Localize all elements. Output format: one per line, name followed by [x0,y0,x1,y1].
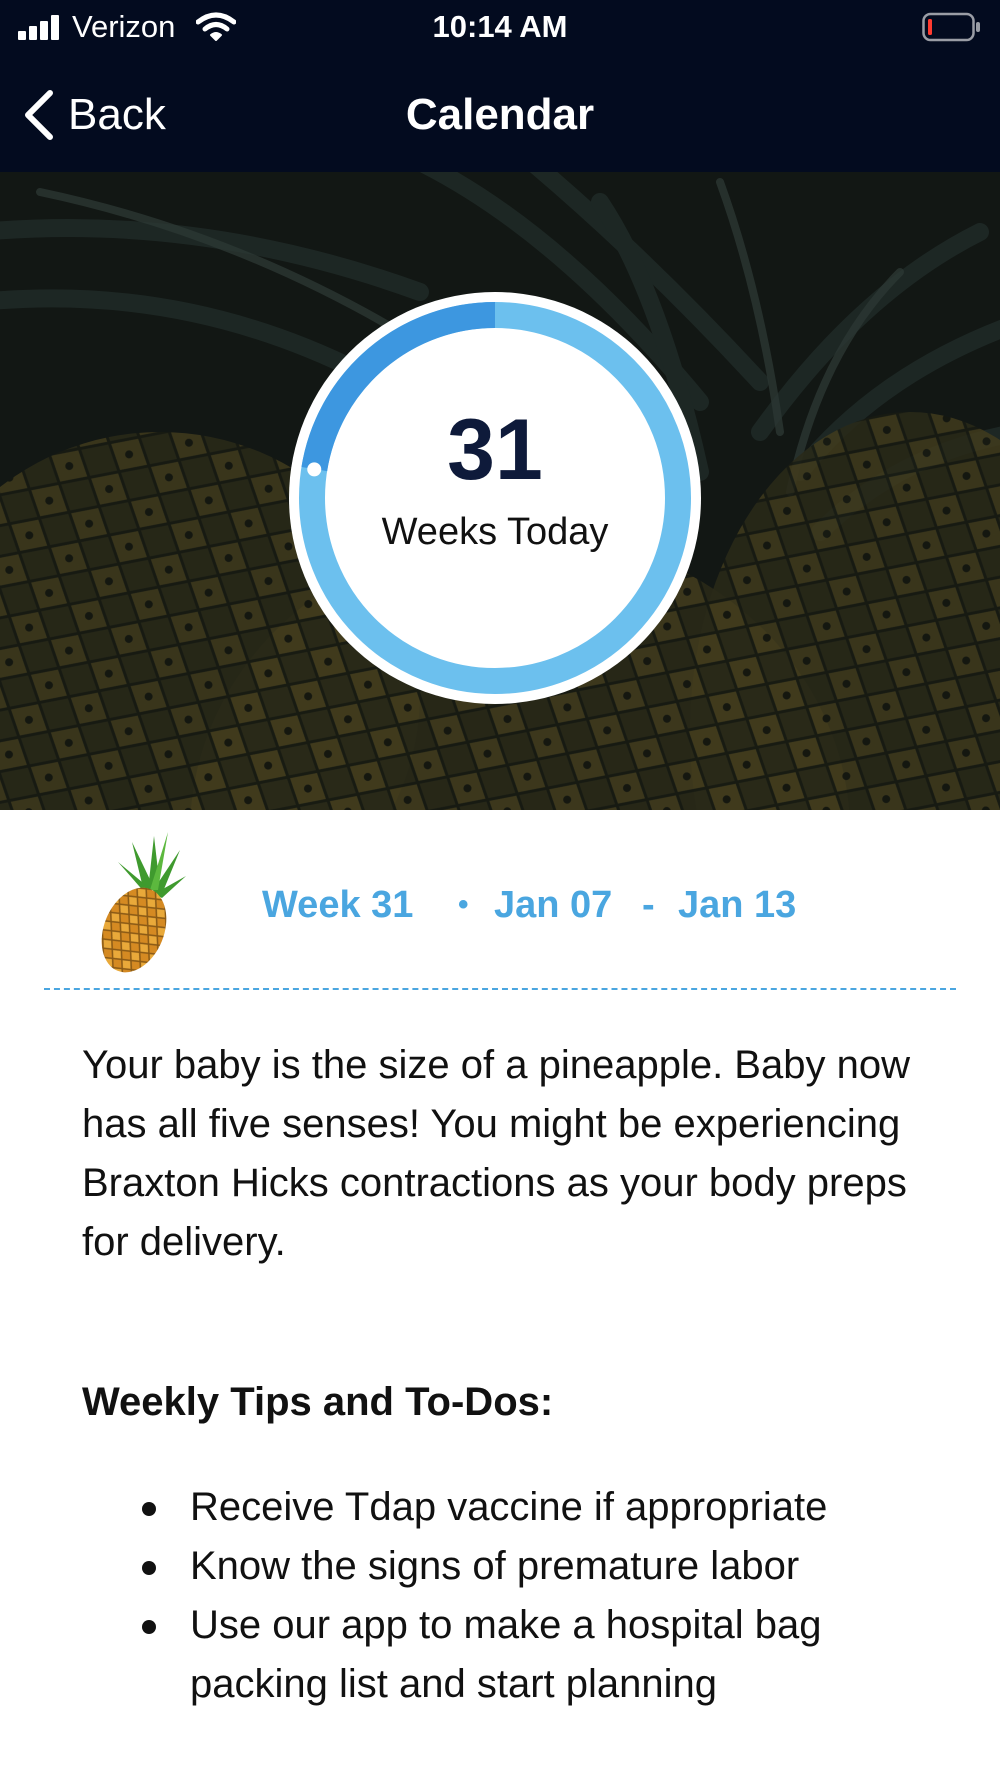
tip-item: Receive Tdap vaccine if appropriate [82,1478,922,1537]
week-range-dash: - [642,884,655,926]
page-title: Calendar [405,90,595,139]
navigation-bar: Back Calendar [0,55,1000,172]
week-start-date: Jan 07 [494,884,613,926]
tips-heading: Weekly Tips and To-Dos: [82,1380,554,1424]
hero-banner: 31 Weeks Today [0,172,1000,810]
tip-item: Use our app to make a hospital bag packi… [82,1596,922,1714]
battery-icon [922,12,980,42]
dashed-divider [44,988,956,990]
week-label: Week 31 [262,884,414,926]
week-caption: Weeks Today [381,511,609,553]
tip-item: Know the signs of premature labor [82,1537,922,1596]
tips-list: Receive Tdap vaccine if appropriate Know… [82,1478,922,1714]
status-time: 10:14 AM [432,9,568,44]
status-bar: Verizon 10:14 AM [0,0,1000,55]
week-date-range: Week 31 • Jan 07 - Jan 13 [0,877,1000,933]
week-count: 31 [447,402,543,498]
week-end-date: Jan 13 [678,884,797,926]
week-description: Your baby is the size of a pineapple. Ba… [82,1043,910,1264]
week-separator-dot: • [458,888,469,921]
progress-ring [289,292,701,704]
